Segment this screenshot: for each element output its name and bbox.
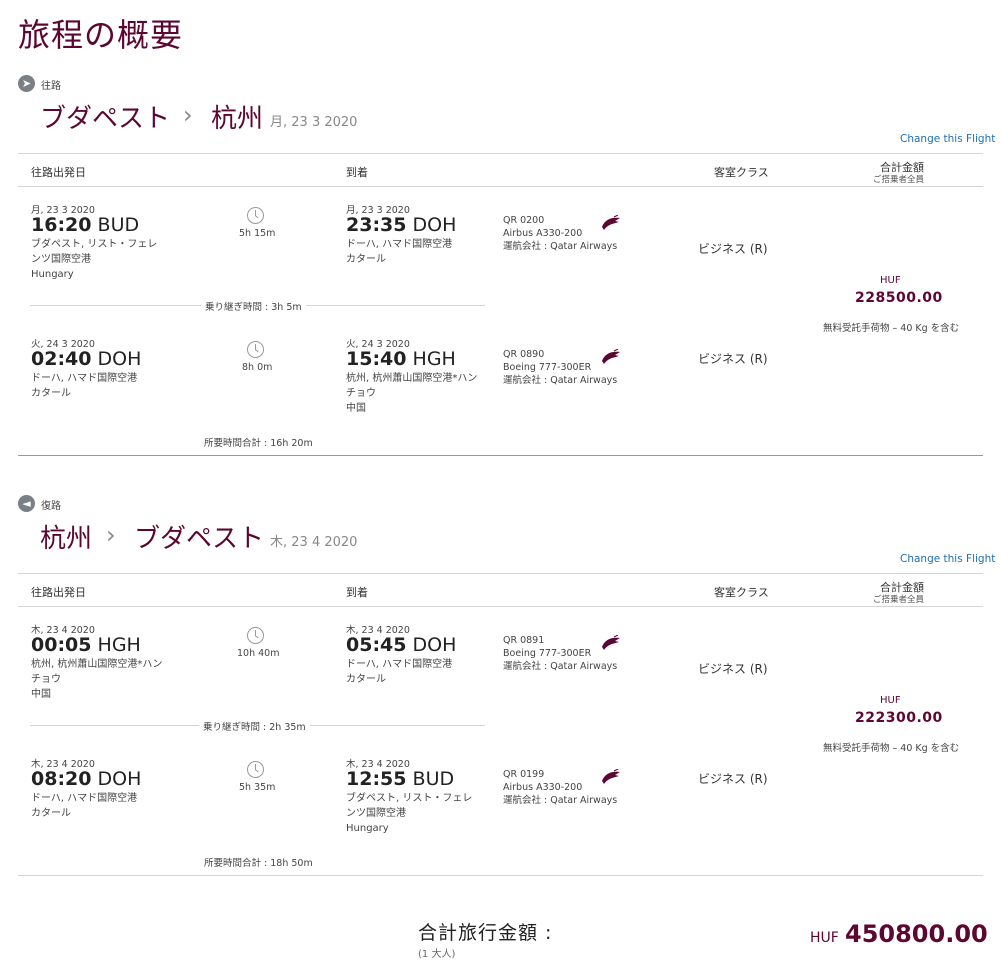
col-head-cabin: 客室クラス bbox=[714, 166, 769, 179]
divider bbox=[18, 573, 983, 574]
col-head-total-sub: ご搭乗者全員 bbox=[873, 175, 925, 185]
inbound-price: 222300.00 bbox=[855, 710, 943, 726]
baggage-allowance: 無料受託手荷物 – 40 Kg を含む bbox=[823, 323, 960, 334]
dep-airport: ブダペスト, リスト・フェレ ンツ国際空港 Hungary bbox=[31, 239, 158, 280]
duration: 10h 40m bbox=[237, 648, 280, 659]
dep-airport: ドーハ, ハマド国際空港 カタール bbox=[31, 373, 138, 399]
duration: 5h 15m bbox=[239, 228, 276, 239]
page-title: 旅程の概要 bbox=[18, 16, 184, 54]
qatar-oryx-logo bbox=[602, 769, 620, 784]
col-head-departure: 往路出発日 bbox=[31, 166, 86, 179]
clock-icon bbox=[247, 341, 264, 358]
grand-total-label: 合計旅行金額 : bbox=[418, 922, 553, 944]
arr-time: 05:45 DOH bbox=[346, 634, 457, 656]
divider bbox=[18, 153, 983, 154]
qatar-oryx-logo bbox=[602, 215, 620, 230]
arr-airport: ドーハ, ハマド国際空港 カタール bbox=[346, 239, 453, 265]
outbound-route-date: 月, 23 3 2020 bbox=[270, 115, 358, 130]
layover-time: 乗り継ぎ時間 : 2h 35m bbox=[199, 719, 310, 733]
col-head-total-sub: ご搭乗者全員 bbox=[873, 595, 925, 605]
dep-airport: ドーハ, ハマド国際空港 カタール bbox=[31, 793, 138, 819]
arr-airport: 杭州, 杭州蕭山国際空港*ハン チョウ 中国 bbox=[346, 373, 478, 414]
clock-icon bbox=[247, 627, 264, 644]
price-currency: HUF bbox=[880, 695, 901, 706]
inbound-label: 復路 bbox=[41, 501, 61, 512]
col-head-departure: 往路出発日 bbox=[31, 586, 86, 599]
price-currency: HUF bbox=[880, 275, 901, 286]
total-travel-time: 所要時間合計 : 16h 20m bbox=[204, 438, 313, 449]
duration: 5h 35m bbox=[239, 782, 276, 793]
plane-left-icon: ◄ bbox=[18, 495, 35, 512]
inbound-route-to: ブダペスト bbox=[134, 524, 265, 554]
grand-total-currency: HUF bbox=[810, 930, 839, 946]
dep-time: 16:20 BUD bbox=[31, 214, 140, 236]
qatar-oryx-logo bbox=[602, 349, 620, 364]
duration: 8h 0m bbox=[242, 362, 273, 373]
arr-airport: ドーハ, ハマド国際空港 カタール bbox=[346, 659, 453, 685]
divider bbox=[18, 875, 983, 876]
grand-total-passengers: (1 大人) bbox=[418, 949, 456, 960]
col-head-cabin: 客室クラス bbox=[714, 586, 769, 599]
dep-time: 08:20 DOH bbox=[31, 768, 142, 790]
qatar-oryx-logo bbox=[602, 635, 620, 650]
arr-airport: ブダペスト, リスト・フェレ ンツ国際空港 Hungary bbox=[346, 793, 473, 834]
divider bbox=[18, 455, 983, 456]
cabin-class: ビジネス (R) bbox=[698, 772, 768, 786]
inbound-route-from: 杭州 bbox=[40, 524, 93, 554]
total-travel-time: 所要時間合計 : 18h 50m bbox=[204, 858, 313, 869]
dep-time: 00:05 HGH bbox=[31, 634, 141, 656]
route-arrow-icon: › bbox=[183, 101, 193, 129]
outbound-route-to: 杭州 bbox=[211, 104, 264, 134]
clock-icon bbox=[247, 207, 264, 224]
outbound-label: 往路 bbox=[41, 81, 61, 92]
inbound-change-flight-link[interactable]: Change this Flight bbox=[900, 553, 995, 565]
outbound-price: 228500.00 bbox=[855, 290, 943, 306]
col-head-arrival: 到着 bbox=[346, 166, 368, 179]
grand-total-value: 450800.00 bbox=[845, 920, 988, 948]
arr-time: 15:40 HGH bbox=[346, 348, 456, 370]
divider bbox=[18, 606, 983, 607]
clock-icon bbox=[247, 761, 264, 778]
outbound-change-flight-link[interactable]: Change this Flight bbox=[900, 133, 995, 145]
layover-time: 乗り継ぎ時間 : 3h 5m bbox=[201, 299, 306, 313]
outbound-route-from: ブダペスト bbox=[40, 104, 171, 134]
inbound-route-date: 木, 23 4 2020 bbox=[270, 535, 358, 550]
cabin-class: ビジネス (R) bbox=[698, 242, 768, 256]
dep-time: 02:40 DOH bbox=[31, 348, 142, 370]
divider bbox=[18, 186, 983, 187]
arr-time: 23:35 DOH bbox=[346, 214, 457, 236]
dep-airport: 杭州, 杭州蕭山国際空港*ハン チョウ 中国 bbox=[31, 659, 163, 700]
plane-right-icon: ➤ bbox=[18, 75, 35, 92]
baggage-allowance: 無料受託手荷物 – 40 Kg を含む bbox=[823, 743, 960, 754]
arr-time: 12:55 BUD bbox=[346, 768, 455, 790]
cabin-class: ビジネス (R) bbox=[698, 352, 768, 366]
route-arrow-icon: › bbox=[106, 521, 116, 549]
col-head-arrival: 到着 bbox=[346, 586, 368, 599]
cabin-class: ビジネス (R) bbox=[698, 662, 768, 676]
